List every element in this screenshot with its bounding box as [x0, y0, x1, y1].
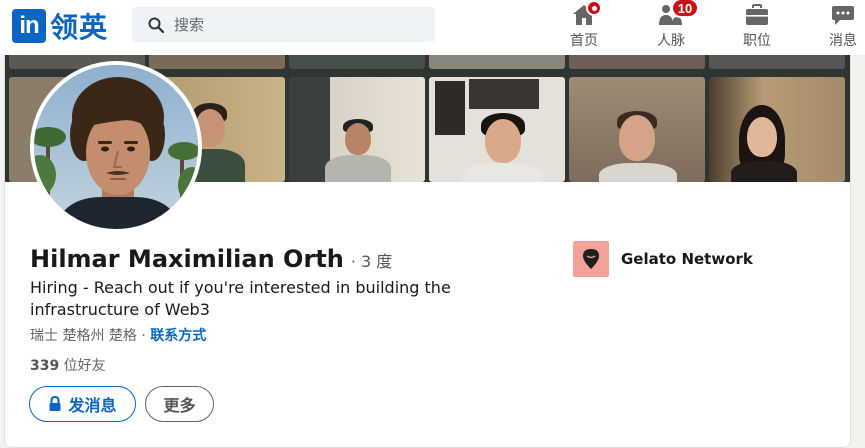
search-input[interactable]: [174, 15, 424, 34]
nav-messaging[interactable]: 消息: [813, 4, 865, 50]
search-icon: [148, 17, 164, 33]
nav-messaging-label: 消息: [829, 33, 857, 49]
more-button[interactable]: 更多: [145, 386, 214, 422]
search-bar[interactable]: [132, 7, 435, 42]
company-name: Gelato Network: [621, 250, 753, 268]
connections-label: 位好友: [59, 358, 106, 374]
nav-home-label: 首页: [570, 33, 598, 49]
people-icon: 10: [657, 0, 699, 26]
nav-home[interactable]: 首页: [554, 0, 614, 50]
briefcase-icon: [743, 4, 771, 26]
profile-headline: Hiring - Reach out if you're interested …: [30, 278, 451, 319]
connection-degree: · 3 度: [350, 252, 393, 271]
connections-number: 339: [30, 358, 60, 374]
profile-name: Hilmar Maximilian Orth: [30, 245, 344, 273]
more-button-label: 更多: [163, 396, 196, 415]
nav-network[interactable]: 10 人脉: [641, 0, 701, 50]
linkedin-logo[interactable]: in 领英: [12, 8, 108, 44]
nav-jobs[interactable]: 职位: [727, 4, 787, 50]
lock-icon: [49, 396, 61, 411]
message-button[interactable]: 发消息: [29, 386, 136, 422]
gelato-logo-icon: [583, 249, 599, 269]
logo-text: 领英: [50, 11, 109, 44]
logo-mark: in: [12, 9, 46, 43]
network-badge: 10: [671, 0, 699, 18]
current-company[interactable]: Gelato Network: [573, 241, 753, 277]
contact-info-link[interactable]: 联系方式: [150, 328, 206, 344]
nav-jobs-label: 职位: [743, 33, 771, 49]
company-logo: [573, 241, 609, 277]
top-nav-bar: in 领英 首页 10: [0, 0, 865, 55]
profile-location: 瑞士 楚格州 楚格 ·: [30, 328, 151, 344]
home-icon: [570, 0, 602, 26]
nav-network-label: 人脉: [657, 33, 685, 49]
avatar-photo: [34, 65, 198, 229]
profile-card: Hilmar Maximilian Orth · 3 度 Hiring - Re…: [4, 55, 851, 448]
connections-count[interactable]: 339 位好友: [30, 355, 106, 375]
profile-name-row: Hilmar Maximilian Orth · 3 度: [30, 245, 392, 273]
chat-icon: [829, 4, 857, 26]
message-button-label: 发消息: [68, 396, 117, 415]
profile-avatar[interactable]: [30, 61, 202, 233]
location-row: 瑞士 楚格州 楚格 · 联系方式: [30, 325, 206, 345]
home-notification-dot: [586, 0, 602, 16]
